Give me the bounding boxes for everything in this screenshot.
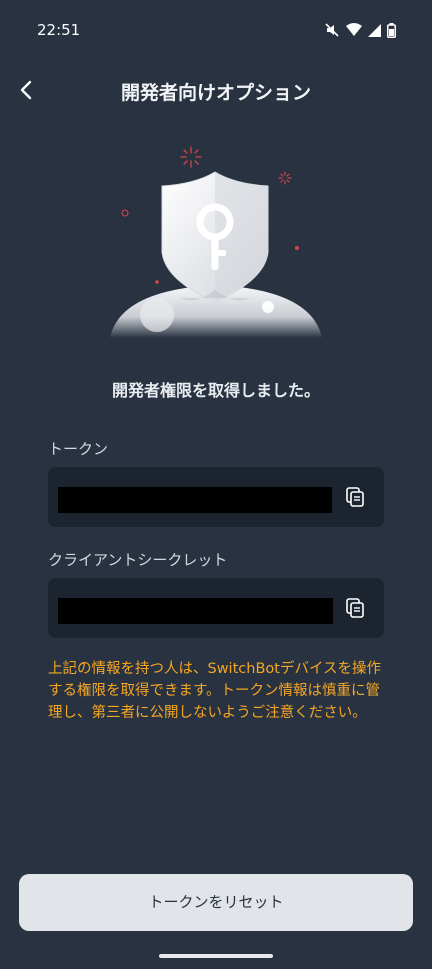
page-title: 開発者向けオプション [120, 82, 311, 104]
status-message: 開発者権限を取得しました。 [111, 381, 320, 400]
token-value [58, 487, 332, 513]
client-secret-label: クライアントシークレット [48, 551, 228, 569]
shield-key-illustration [110, 146, 322, 338]
mute-icon [325, 23, 339, 37]
client-secret-copy-button[interactable] [344, 597, 366, 619]
copy-icon [346, 487, 364, 507]
client-secret-field [48, 578, 384, 638]
reset-token-button[interactable]: トークンをリセット [19, 874, 413, 931]
signal-icon [368, 23, 381, 37]
token-field [48, 467, 384, 527]
client-secret-value [58, 598, 333, 624]
status-time: 22:51 [37, 21, 81, 39]
battery-icon [387, 22, 396, 38]
home-indicator[interactable] [159, 954, 273, 958]
warning-text: 上記の情報を持つ人は、SwitchBotデバイスを操作する権限を取得できます。ト… [48, 661, 382, 721]
developer-options-screen: 22:51 開発者向けオプション 開発者権限を取得しました。 トークン クライア… [0, 0, 432, 969]
status-icons [324, 22, 396, 38]
spark-decoration [180, 146, 202, 168]
token-copy-button[interactable] [344, 486, 366, 508]
copy-icon [346, 598, 364, 618]
status-bar: 22:51 [0, 0, 432, 60]
wifi-icon [346, 23, 362, 36]
token-label: トークン [48, 440, 109, 458]
